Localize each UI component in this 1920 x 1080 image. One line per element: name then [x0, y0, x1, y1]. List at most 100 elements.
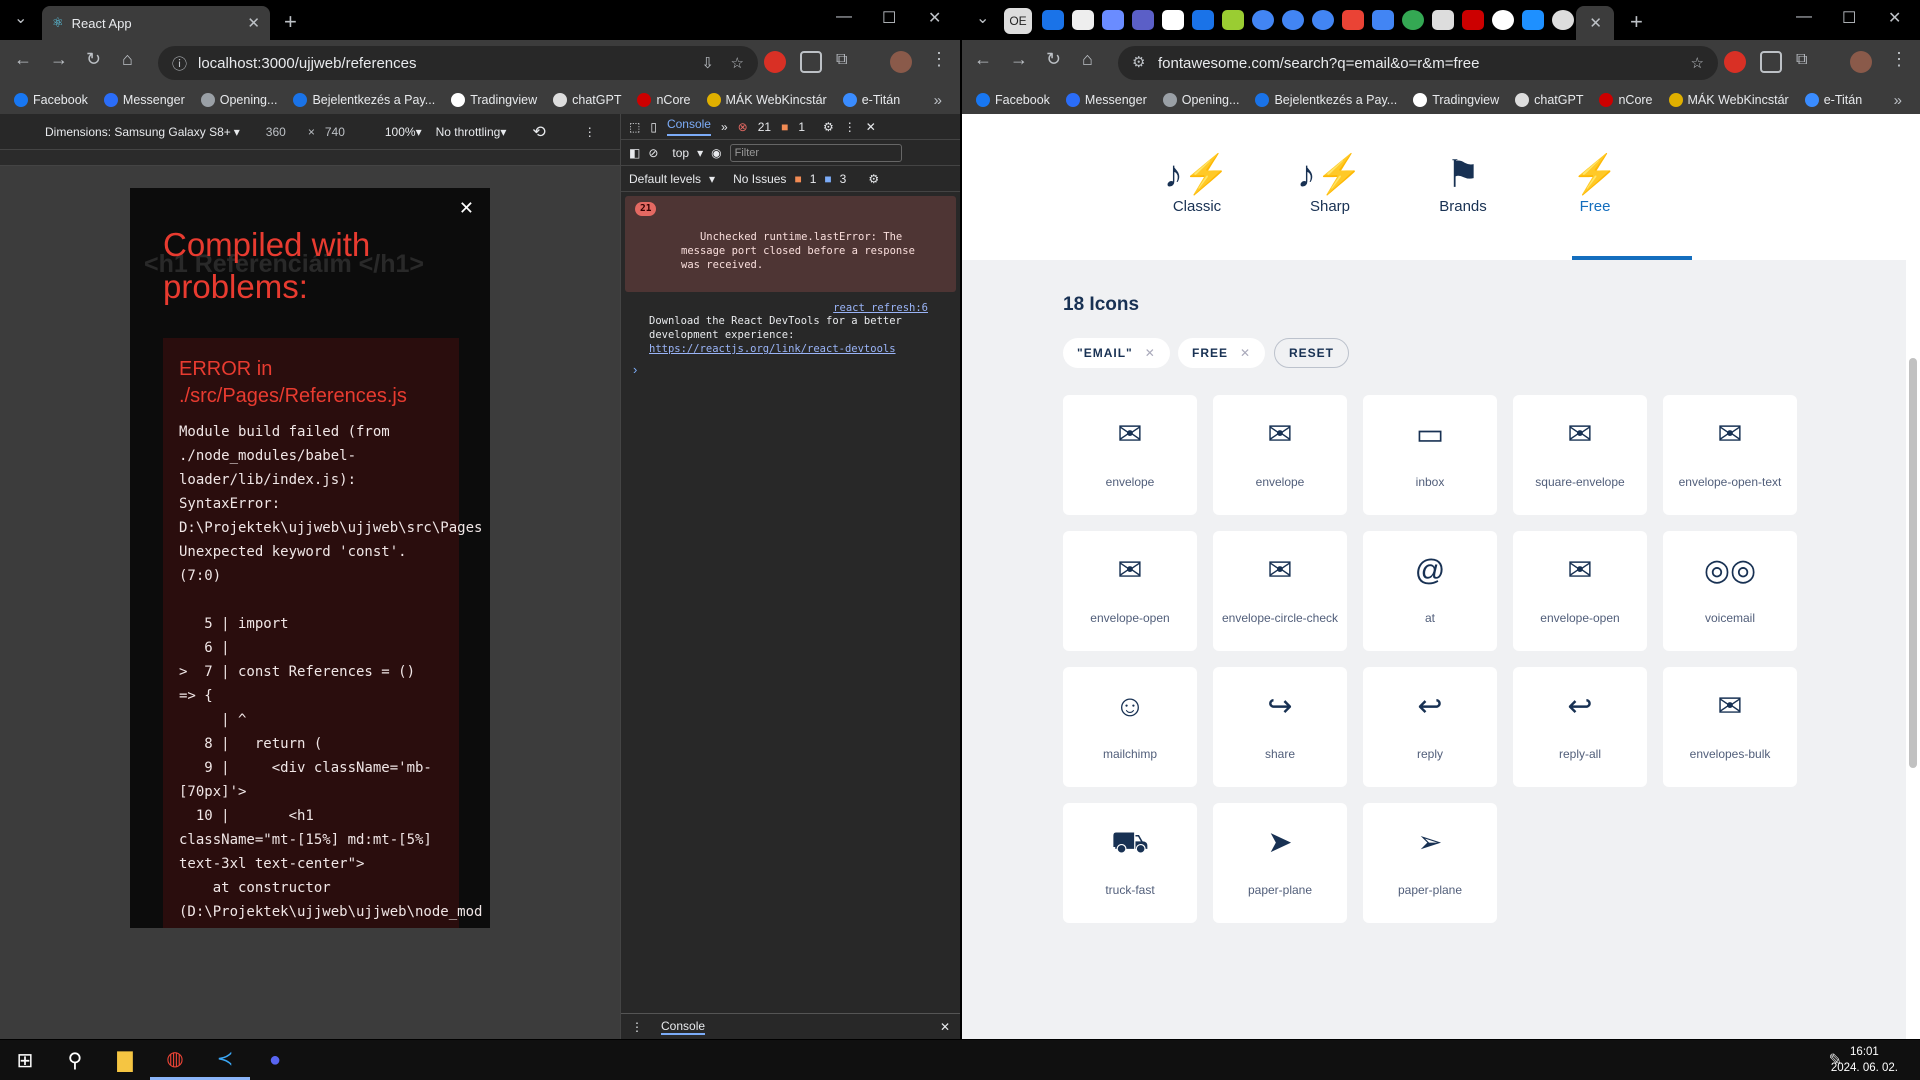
bookmark[interactable]: Tradingview [443, 93, 545, 107]
address-bar[interactable]: ⓘ localhost:3000/ujjweb/references ⇩ ☆ [158, 46, 758, 80]
icon-card[interactable]: ✉ envelope-open [1513, 531, 1647, 651]
console-prompt-icon[interactable]: › [621, 362, 960, 377]
tab-favicon[interactable] [1282, 10, 1304, 30]
profile-avatar[interactable] [1850, 51, 1872, 73]
close-drawer-icon[interactable]: ✕ [940, 1020, 950, 1034]
close-tab-icon[interactable]: ✕ [247, 14, 260, 32]
height-field[interactable]: 740 [325, 125, 345, 139]
tab-favicon[interactable] [1072, 10, 1094, 30]
issues-label[interactable]: No Issues [733, 172, 786, 186]
clock[interactable]: 16:01 2024. 06. 02. [1831, 1044, 1898, 1076]
site-settings-icon[interactable]: ⚙ [1132, 53, 1145, 71]
icon-card[interactable]: ⛟ truck-fast [1063, 803, 1197, 923]
icon-card[interactable]: ➢ paper-plane [1363, 803, 1497, 923]
tab-favicon[interactable] [1492, 10, 1514, 30]
zoom-select[interactable]: 100% [385, 125, 416, 139]
tab-favicon[interactable] [1402, 10, 1424, 30]
bookmark[interactable]: e-Titán [835, 93, 908, 107]
tab-search-icon[interactable]: ⌄ [14, 8, 27, 28]
tab-favicon[interactable] [1192, 10, 1214, 30]
bookmark[interactable]: MÁK WebKincstár [699, 93, 835, 107]
info-icon[interactable]: ⓘ [172, 53, 187, 74]
bookmark[interactable]: chatGPT [1507, 93, 1591, 107]
tab-favicon[interactable] [1132, 10, 1154, 30]
throttle-select[interactable]: No throttling [436, 125, 501, 139]
tab-favicon[interactable] [1462, 10, 1484, 30]
menu-icon[interactable]: ⋮ [930, 49, 948, 70]
maximize-icon[interactable]: ☐ [882, 8, 896, 28]
icon-card[interactable]: ✉ square-envelope [1513, 395, 1647, 515]
reload-icon[interactable]: ↻ [1046, 49, 1061, 70]
bookmark[interactable]: nCore [1591, 93, 1660, 107]
close-window-icon[interactable]: ✕ [928, 8, 941, 28]
extension-icon[interactable] [1724, 51, 1746, 73]
rotate-icon[interactable]: ⟲ [532, 122, 545, 142]
extension-icon[interactable] [800, 51, 822, 73]
tab-favicon[interactable] [1342, 10, 1364, 30]
drawer-menu-icon[interactable]: ⋮ [631, 1020, 643, 1034]
tab-react-app[interactable]: ⚛ React App ✕ [42, 6, 270, 40]
bookmark[interactable]: Bejelentkezés a Pay... [1247, 93, 1405, 107]
icon-card[interactable]: ➤ paper-plane [1213, 803, 1347, 923]
tab-favicon[interactable] [1312, 10, 1334, 30]
filter-pill-email[interactable]: "EMAIL" ✕ [1063, 338, 1170, 368]
reload-icon[interactable]: ↻ [86, 49, 101, 70]
drawer-tab-console[interactable]: Console [661, 1019, 706, 1035]
menu-icon[interactable]: ⋮ [1890, 49, 1908, 70]
bookmark[interactable]: Facebook [6, 93, 96, 107]
bookmark-star-icon[interactable]: ☆ [1691, 54, 1704, 72]
file-explorer-icon[interactable]: ▇ [100, 1040, 150, 1080]
puzzle-icon[interactable]: ⧉ [1796, 51, 1818, 73]
tab-favicon[interactable] [1222, 10, 1244, 30]
style-tab-brands[interactable]: ⚑ Brands [1408, 152, 1518, 215]
style-tab-classic[interactable]: ♪⚡ Classic [1142, 152, 1252, 215]
bookmark[interactable]: e-Titán [1797, 93, 1870, 107]
bookmark[interactable]: Messenger [1058, 93, 1155, 107]
width-field[interactable]: 360 [266, 125, 286, 139]
filter-input[interactable]: Filter [729, 143, 902, 162]
tab-favicon[interactable] [1102, 10, 1124, 30]
tab-oe[interactable]: OE [1004, 8, 1032, 34]
icon-card[interactable]: ↩ reply-all [1513, 667, 1647, 787]
icon-card[interactable]: ✉ envelope [1063, 395, 1197, 515]
icon-card[interactable]: ▭ inbox [1363, 395, 1497, 515]
maximize-icon[interactable]: ☐ [1842, 8, 1856, 28]
icon-card[interactable]: ✉ envelope-circle-check [1213, 531, 1347, 651]
bookmark[interactable]: Tradingview [1405, 93, 1507, 107]
more-bookmarks-icon[interactable]: » [934, 92, 942, 109]
tab-favicon[interactable] [1522, 10, 1544, 30]
bookmark[interactable]: Bejelentkezés a Pay... [285, 93, 443, 107]
icon-card[interactable]: @ at [1363, 531, 1497, 651]
icon-card[interactable]: ◎◎ voicemail [1663, 531, 1797, 651]
remove-filter-icon[interactable]: ✕ [1145, 346, 1156, 360]
bookmark[interactable]: Opening... [193, 93, 286, 107]
style-tab-free[interactable]: ⚡ Free [1540, 152, 1650, 215]
back-icon[interactable]: ← [974, 49, 992, 70]
devtools-link[interactable]: https://reactjs.org/link/react-devtools [649, 343, 896, 355]
live-expression-icon[interactable]: ◉ [711, 146, 721, 160]
remove-filter-icon[interactable]: ✕ [1240, 346, 1251, 360]
extension-icon[interactable] [1760, 51, 1782, 73]
bookmark[interactable]: nCore [629, 93, 698, 107]
bookmark[interactable]: chatGPT [545, 93, 629, 107]
tab-search-icon[interactable]: ⌄ [976, 8, 989, 28]
bookmark[interactable]: Opening... [1155, 93, 1248, 107]
reset-button[interactable]: RESET [1274, 338, 1350, 368]
close-devtools-icon[interactable]: ✕ [866, 120, 876, 134]
device-toggle-icon[interactable]: ▯ [650, 120, 657, 134]
error-count-icon[interactable]: ⊗ [738, 120, 748, 134]
tab-favicon[interactable] [1372, 10, 1394, 30]
icon-card[interactable]: ✉ envelopes-bulk [1663, 667, 1797, 787]
new-tab-button[interactable]: + [284, 9, 297, 35]
page-scrollbar[interactable] [1906, 114, 1920, 1039]
close-overlay-icon[interactable]: ✕ [459, 198, 474, 219]
bookmark[interactable]: MÁK WebKincstár [1661, 93, 1797, 107]
new-tab-button[interactable]: + [1630, 9, 1643, 35]
forward-icon[interactable]: → [50, 49, 68, 70]
bookmark[interactable]: Messenger [96, 93, 193, 107]
start-icon[interactable]: ⊞ [0, 1040, 50, 1080]
tab-favicon[interactable] [1432, 10, 1454, 30]
tab-fontawesome[interactable]: ✕ [1576, 6, 1614, 40]
address-bar[interactable]: ⚙ fontawesome.com/search?q=email&o=r&m=f… [1118, 46, 1718, 80]
icon-card[interactable]: ☺ mailchimp [1063, 667, 1197, 787]
